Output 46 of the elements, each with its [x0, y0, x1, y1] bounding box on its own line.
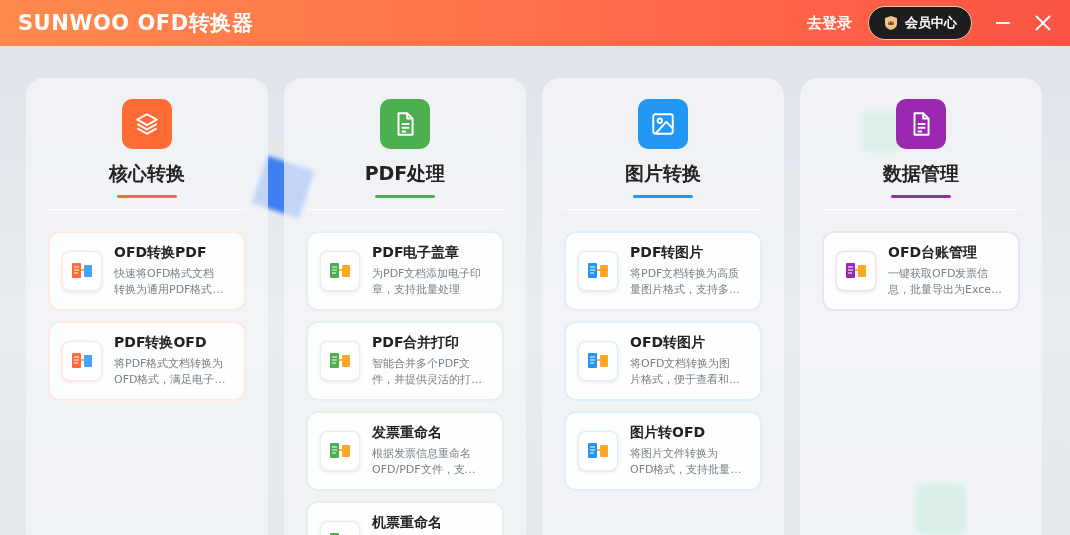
card-title: 图片转OFD [630, 424, 707, 442]
card-description: 一键获取OFD发票信 息，批量导出为Exce… [888, 266, 1003, 298]
card-description: 智能合并多个PDF文 件，并提供灵活的打… [372, 356, 482, 388]
feature-card[interactable]: OFD台账管理 一键获取OFD发票信 息，批量导出为Exce… [822, 231, 1020, 311]
crown-shield-icon [883, 15, 899, 31]
card-title: OFD转换PDF [114, 244, 208, 262]
card-description: 将PDF文档转换为高质 量图片格式，支持多… [630, 266, 740, 298]
category-title: PDF处理 [364, 161, 446, 186]
card-description: 将PDF格式文档转换为 OFD格式，满足电子… [114, 356, 226, 388]
app-title: SUNWOO OFD转换器 [18, 10, 254, 37]
card-description: 根据发票信息重命名 OFD/PDF文件，支… [372, 446, 476, 478]
close-icon[interactable] [1034, 14, 1052, 32]
document-convert-icon [320, 341, 360, 381]
card-title: PDF转换OFD [114, 334, 208, 352]
card-title: OFD转图片 [630, 334, 707, 352]
card-title: OFD台账管理 [888, 244, 979, 262]
document-convert-icon [320, 431, 360, 471]
feature-card[interactable]: PDF电子盖章 为PDF文档添加电子印 章，支持批量处理 [306, 231, 504, 311]
card-description: 快速将OFD格式文档 转换为通用PDF格式… [114, 266, 224, 298]
card-title: PDF电子盖章 [372, 244, 461, 262]
card-title: PDF合并打印 [372, 334, 461, 352]
document-convert-icon [62, 251, 102, 291]
card-description: 为PDF文档添加电子印 章，支持批量处理 [372, 266, 482, 298]
member-center-button[interactable]: 会员中心 [868, 6, 972, 40]
feature-card[interactable]: OFD转图片 将OFD文档转换为图 片格式，便于查看和… [564, 321, 762, 401]
document-convert-icon [836, 251, 876, 291]
card-title: 发票重命名 [372, 424, 443, 442]
card-title: 机票重命名 [372, 514, 442, 532]
feature-card[interactable]: PDF转换OFD 将PDF格式文档转换为 OFD格式，满足电子… [48, 321, 246, 401]
document-convert-icon [578, 251, 618, 291]
document-convert-icon [62, 341, 102, 381]
feature-card[interactable]: 机票重命名 [306, 501, 504, 535]
document-convert-icon [578, 431, 618, 471]
document-convert-icon [578, 341, 618, 381]
feature-card[interactable]: PDF转图片 将PDF文档转换为高质 量图片格式，支持多… [564, 231, 762, 311]
category-title: 数据管理 [883, 161, 959, 186]
feature-card[interactable]: 图片转OFD 将图片文件转换为 OFD格式，支持批量… [564, 411, 762, 491]
feature-card[interactable]: PDF合并打印 智能合并多个PDF文 件，并提供灵活的打… [306, 321, 504, 401]
feature-card[interactable]: OFD转换PDF 快速将OFD格式文档 转换为通用PDF格式… [48, 231, 246, 311]
feature-card[interactable]: 发票重命名 根据发票信息重命名 OFD/PDF文件，支… [306, 411, 504, 491]
card-title: PDF转图片 [630, 244, 705, 262]
category-title: 核心转换 [109, 161, 185, 186]
card-description: 将图片文件转换为 OFD格式，支持批量… [630, 446, 742, 478]
card-description: 将OFD文档转换为图 片格式，便于查看和… [630, 356, 740, 388]
category-title: 图片转换 [625, 161, 701, 186]
document-convert-icon [320, 251, 360, 291]
